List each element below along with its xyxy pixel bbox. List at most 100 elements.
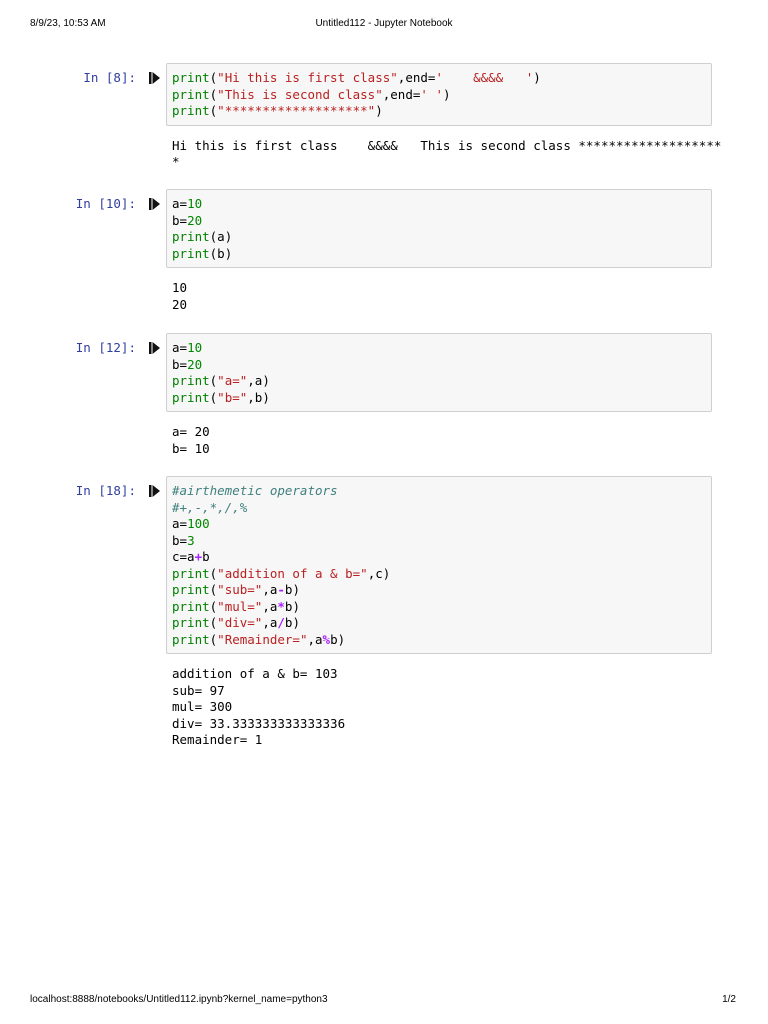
run-cell-icon[interactable] [149,341,161,355]
code-token: print [172,70,210,85]
code-token: b) [284,598,300,614]
cell-output: addition of a & b= 103 sub= 97 mul= 300 div… [172,666,712,749]
print-footer: localhost:8888/notebooks/Untitled112.ipy… [0,994,768,1010]
code-token: b) [330,631,346,647]
code-input[interactable]: a=10 b=20 print("a=",a) print("b=",b) [166,333,712,412]
code-token: b= [172,532,188,548]
code-line: print("addition of a & b=",c) [172,566,711,583]
code-token: print [172,245,210,261]
code-token: ,a) [247,373,270,388]
output-line: Remainder= 1 [172,732,263,747]
code-token: print [172,631,210,647]
code-token: print [172,86,210,102]
code-line: a=10 [172,196,711,213]
code-line: print("This is second class",end=' ') [172,87,711,104]
cell-prompt: In [18]: [75,483,136,498]
code-line: print("div=",a/b) [172,615,711,632]
code-token: 3 [187,532,195,548]
output-line: 10 [172,280,188,295]
code-token: ,a [262,582,278,597]
code-line: print(b) [172,246,711,263]
code-token: print [172,103,210,118]
code-token: (b) [209,245,233,261]
code-token: "mul=" [217,598,263,614]
output-line: div= 33.333333333333336 [172,715,346,731]
code-line: c=a+b [172,549,711,566]
code-token: 100 [187,516,210,531]
output-line: sub= 97 [172,682,225,698]
code-token: a= [172,516,188,531]
code-line: b=20 [172,357,711,374]
code-token: 20 [187,356,203,372]
code-token: ' ' [420,86,443,102]
code-line: a=10 [172,340,711,357]
code-line: print("b=",b) [172,390,711,407]
code-line: b=3 [172,533,711,550]
code-line: print("mul=",a*b) [172,599,711,616]
code-token: #+,-,*,/,% [172,499,248,515]
code-token: print [172,615,210,630]
code-line: print("sub=",a-b) [172,582,711,599]
code-input[interactable]: a=10 b=20 print(a) print(b) [166,189,712,268]
print-url: localhost:8888/notebooks/Untitled112.ipy… [30,994,328,1005]
cell-prompt: In [8]: [83,70,136,85]
code-token: * [277,598,285,614]
code-token: "Hi this is first class" [217,70,398,85]
cell-output: a= 20 b= 10 [172,424,712,457]
code-token: print [172,373,210,388]
output-line: b= 10 [172,440,210,456]
code-token: "div=" [217,615,263,630]
code-token: "a=" [217,373,248,388]
print-header: 8/9/23, 10:53 AM Untitled112 - Jupyter N… [0,18,768,34]
code-token: "*******************" [217,103,376,118]
output-line: mul= 300 [172,699,233,714]
code-token: b= [172,212,188,228]
code-line: #+,-,*,/,% [172,500,711,517]
code-line: print("a=",a) [172,373,711,390]
code-token: ,a [307,631,323,647]
code-line: print("*******************") [172,103,711,120]
code-token: (a) [209,229,233,244]
code-token: "This is second class" [217,86,383,102]
code-token: print [172,389,210,405]
code-token: print [172,582,210,597]
code-input[interactable]: #airthemetic operators #+,-,*,/,% a=100 b=3… [166,476,712,654]
code-token: b) [284,615,300,630]
cell-output: 10 20 [172,280,712,313]
code-token: ) [442,86,451,102]
page-number: 1/2 [722,994,736,1005]
print-title: Untitled112 - Jupyter Notebook [315,18,453,29]
code-token: ,a [262,615,278,630]
output-line: 20 [172,296,188,312]
code-token: ,end= [382,86,421,102]
code-token: c=a [172,549,195,564]
code-token: #airthemetic operators [172,483,338,498]
code-token: ,a [262,598,278,614]
code-token: 20 [187,212,203,228]
code-token: ) [533,70,541,85]
code-token: print [172,565,210,581]
run-cell-icon[interactable] [149,484,161,498]
run-cell-icon[interactable] [149,71,161,85]
code-token: b [202,549,210,564]
run-cell-icon[interactable] [149,197,161,211]
code-token: print [172,229,210,244]
code-input[interactable]: print("Hi this is first class",end=' &&&… [166,63,712,126]
cell-output: Hi this is first class &&&& This is seco… [172,137,722,171]
output-line: addition of a & b= 103 [172,666,338,681]
code-token: - [277,582,285,597]
code-line: a=100 [172,516,711,533]
code-token: 10 [187,196,203,211]
code-token: a= [172,196,188,211]
code-token: b) [284,582,300,597]
code-token: "Remainder=" [217,631,308,647]
code-token: ) [375,103,383,118]
code-token: / [277,615,285,630]
code-token: "sub=" [217,582,263,597]
code-line: print("Hi this is first class",end=' &&&… [172,70,711,87]
code-token: ,end= [397,70,436,85]
code-token: "addition of a & b=" [217,565,368,581]
code-line: #airthemetic operators [172,483,711,500]
code-token: "b=" [217,389,248,405]
output-line: Hi this is first class &&&& This is seco… [172,137,722,153]
